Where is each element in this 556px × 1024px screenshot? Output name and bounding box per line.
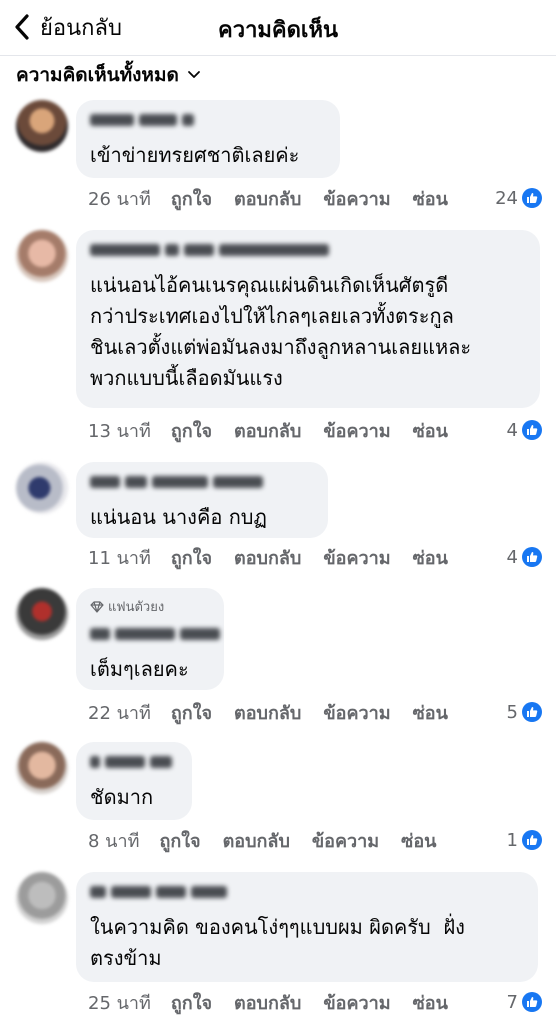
filter-label: ความคิดเห็นทั้งหมด [16,64,179,86]
chevron-down-icon [187,71,200,78]
author-name-blurred[interactable] [90,242,334,258]
avatar[interactable] [16,588,68,640]
like-reaction-icon [522,702,542,722]
comment-bubble[interactable]: ชัดมาก [76,742,192,820]
reaction-count[interactable]: 24 [495,185,542,211]
comment-text: เต็มๆเลยคะ [90,657,189,681]
like-button[interactable]: ถูกใจ [159,826,200,855]
like-reaction-icon [522,188,542,208]
comment-actions: 11 นาที ถูกใจ ตอบกลับ ข้อความ ซ่อน [88,544,470,570]
comment-text: ในความคิด ของคนโง่ๆๆแบบผม ผิดครับ ฝั่ง ต… [90,915,465,970]
comment-time[interactable]: 25 นาที [88,988,151,1017]
comment-actions: 26 นาที ถูกใจ ตอบกลับ ข้อความ ซ่อน [88,185,470,211]
hide-button[interactable]: ซ่อน [413,543,448,572]
avatar[interactable] [16,872,68,924]
comment-bubble[interactable]: แน่นอนไอ้คนเนรคุณแผ่นดินเกิดเห็นศัตรูดี … [76,230,540,408]
top-bar: ย้อนกลับ ความคิดเห็น [0,0,556,56]
comment-item: แฟนตัวยง เต็มๆเลยคะ 22 นาที ถูกใจ ตอบกลั… [0,588,556,730]
comment-text: เข้าข่ายทรยศชาติเลยค่ะ [90,143,300,167]
comment-bubble[interactable]: แน่นอน นางคือ กบฏ [76,462,328,538]
like-reaction-icon [522,547,542,567]
reaction-count[interactable]: 5 [507,699,542,725]
top-fan-badge: แฟนตัวยง [90,596,164,617]
comment-item: ในความคิด ของคนโง่ๆๆแบบผม ผิดครับ ฝั่ง ต… [0,872,556,1022]
reaction-number: 7 [506,991,518,1013]
comment-bubble[interactable]: เข้าข่ายทรยศชาติเลยค่ะ [76,100,340,178]
like-reaction-icon [522,830,542,850]
avatar[interactable] [16,462,68,514]
comment-item: ชัดมาก 8 นาที ถูกใจ ตอบกลับ ข้อความ ซ่อน… [0,742,556,854]
comment-time[interactable]: 11 นาที [88,543,151,572]
like-reaction-icon [522,420,542,440]
reply-button[interactable]: ตอบกลับ [234,698,301,727]
comment-item: เข้าข่ายทรยศชาติเลยค่ะ 26 นาที ถูกใจ ตอบ… [0,100,556,216]
message-button[interactable]: ข้อความ [323,184,390,213]
avatar[interactable] [16,230,68,282]
like-button[interactable]: ถูกใจ [171,988,212,1017]
comment-bubble[interactable]: แฟนตัวยง เต็มๆเลยคะ [76,588,224,690]
comment-bubble[interactable]: ในความคิด ของคนโง่ๆๆแบบผม ผิดครับ ฝั่ง ต… [76,872,538,982]
comment-item: แน่นอน นางคือ กบฏ 11 นาที ถูกใจ ตอบกลับ … [0,462,556,572]
hide-button[interactable]: ซ่อน [413,988,448,1017]
message-button[interactable]: ข้อความ [323,543,390,572]
reply-button[interactable]: ตอบกลับ [234,543,301,572]
reaction-number: 24 [495,187,518,209]
hide-button[interactable]: ซ่อน [401,826,436,855]
hide-button[interactable]: ซ่อน [413,698,448,727]
comment-text: แน่นอน นางคือ กบฏ [90,505,267,529]
comment-actions: 22 นาที ถูกใจ ตอบกลับ ข้อความ ซ่อน [88,699,470,725]
message-button[interactable]: ข้อความ [323,988,390,1017]
like-button[interactable]: ถูกใจ [171,698,212,727]
page-title-text: ความคิดเห็น [218,18,338,43]
author-name-blurred[interactable] [90,884,232,900]
message-button[interactable]: ข้อความ [323,698,390,727]
comment-item: แน่นอนไอ้คนเนรคุณแผ่นดินเกิดเห็นศัตรูดี … [0,230,556,443]
avatar[interactable] [16,100,68,152]
reaction-number: 1 [506,829,518,851]
author-name-blurred[interactable] [90,112,199,128]
reply-button[interactable]: ตอบกลับ [234,988,301,1017]
avatar[interactable] [16,742,68,794]
reply-button[interactable]: ตอบกลับ [234,184,301,213]
hide-button[interactable]: ซ่อน [413,416,448,445]
message-button[interactable]: ข้อความ [323,416,390,445]
comment-actions: 13 นาที ถูกใจ ตอบกลับ ข้อความ ซ่อน [88,417,470,443]
author-name-blurred[interactable] [90,626,225,642]
reply-button[interactable]: ตอบกลับ [223,826,290,855]
diamond-icon [90,600,104,613]
reaction-count[interactable]: 7 [507,989,542,1015]
like-button[interactable]: ถูกใจ [171,184,212,213]
reaction-count[interactable]: 4 [507,544,542,570]
comment-time[interactable]: 22 นาที [88,698,151,727]
comment-text: ชัดมาก [90,785,154,809]
author-name-blurred[interactable] [90,754,177,770]
badge-label: แฟนตัวยง [108,600,165,615]
comment-text: แน่นอนไอ้คนเนรคุณแผ่นดินเกิดเห็นศัตรูดี … [90,273,472,390]
like-reaction-icon [522,992,542,1012]
comment-filter-dropdown[interactable]: ความคิดเห็นทั้งหมด [16,60,201,90]
reaction-number: 4 [506,546,518,568]
like-button[interactable]: ถูกใจ [171,416,212,445]
comment-actions: 8 นาที ถูกใจ ตอบกลับ ข้อความ ซ่อน [88,827,458,853]
message-button[interactable]: ข้อความ [312,826,379,855]
comment-time[interactable]: 26 นาที [88,184,151,213]
reply-button[interactable]: ตอบกลับ [234,416,301,445]
reaction-count[interactable]: 1 [507,827,542,853]
comment-actions: 25 นาที ถูกใจ ตอบกลับ ข้อความ ซ่อน [88,989,470,1015]
like-button[interactable]: ถูกใจ [171,543,212,572]
reaction-count[interactable]: 4 [507,417,542,443]
reaction-number: 4 [506,419,518,441]
comment-time[interactable]: 8 นาที [88,826,139,855]
author-name-blurred[interactable] [90,474,268,490]
page-title: ความคิดเห็น [0,12,556,47]
hide-button[interactable]: ซ่อน [413,184,448,213]
comment-time[interactable]: 13 นาที [88,416,151,445]
reaction-number: 5 [506,701,518,723]
